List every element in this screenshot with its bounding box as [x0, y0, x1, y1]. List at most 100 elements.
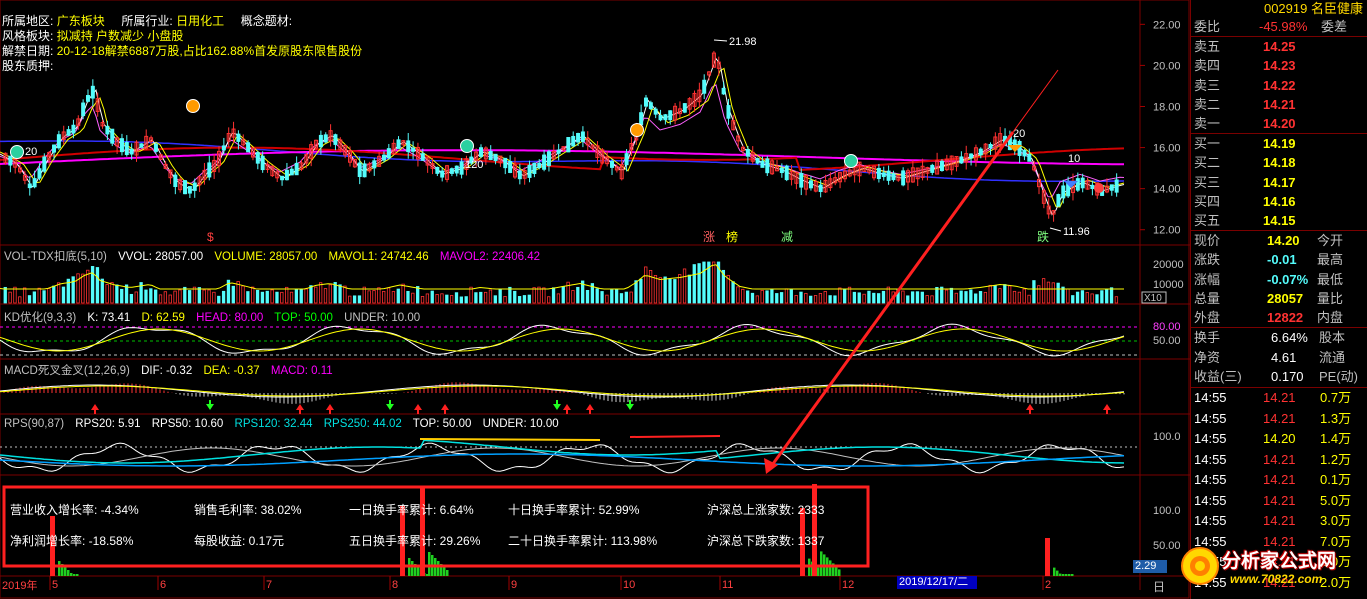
volume-bar — [469, 286, 473, 304]
candle-body — [939, 160, 944, 172]
candle-body — [682, 103, 687, 113]
macd-cross-arrow — [386, 400, 394, 410]
volume-bar — [1003, 284, 1007, 304]
candle-body — [280, 175, 285, 181]
vol-axis-label: 10000 — [1153, 279, 1184, 291]
volume-bar — [76, 273, 80, 304]
cursor-date: 2019/12/17/二 — [897, 576, 977, 589]
volume-bar — [71, 276, 75, 304]
volume-bar — [857, 292, 861, 304]
volume-bar — [37, 287, 41, 304]
price-low-pointer — [1049, 227, 1062, 232]
price-low-label: 11.96 — [1063, 226, 1090, 238]
candle-body — [571, 135, 576, 147]
candle-body — [110, 128, 115, 144]
candle-body — [294, 162, 299, 176]
macd-cross-arrow — [91, 404, 99, 414]
volume-bar — [1090, 293, 1094, 304]
stat-gross-margin: 销售毛利率: 38.02% — [194, 503, 302, 517]
volume-bar — [663, 276, 667, 304]
volume-bar — [508, 286, 512, 304]
sell-level-row: 卖一 14.20 — [1194, 116, 1296, 132]
volume-bar — [304, 288, 308, 304]
volume-bar — [265, 290, 269, 304]
volume-bar — [949, 287, 954, 304]
candle-body — [653, 108, 658, 115]
volume-bar — [576, 286, 580, 304]
volume-bar — [449, 295, 454, 304]
volume-bar — [425, 293, 430, 304]
stat-turnover-10d: 十日换手率累计: 52.99% — [508, 503, 640, 517]
candle-body — [90, 85, 95, 99]
watermark-text: 分析家公式网 — [1222, 550, 1337, 572]
stats-decay-bar — [1062, 574, 1065, 576]
macd-cross-arrow — [414, 404, 422, 414]
volume-bar — [770, 288, 774, 304]
candle-body — [537, 162, 542, 168]
candle-body — [260, 155, 265, 171]
vol-axis-label: 20000 — [1153, 259, 1184, 271]
date-month-label: 7 — [266, 579, 272, 591]
candle-body — [532, 162, 537, 174]
candle-body — [556, 149, 561, 154]
volume-bar — [585, 289, 590, 304]
volume-bar — [105, 284, 109, 304]
candle-body — [799, 173, 804, 188]
stat-turnover-1d: 一日换手率累计: 6.64% — [349, 503, 474, 517]
volume-bar — [760, 289, 764, 304]
volume-bar — [18, 296, 22, 304]
candle-body — [411, 147, 416, 152]
kd-d-line — [0, 328, 1125, 352]
candle-body — [81, 102, 86, 117]
volume-bar — [745, 290, 750, 304]
volume-bar — [736, 286, 740, 304]
candle-body — [1022, 149, 1027, 157]
volume-bar — [731, 281, 735, 304]
volume-bar — [605, 294, 609, 304]
volume-bar — [755, 295, 759, 304]
stats-decay-bar — [73, 574, 76, 576]
candle-body — [901, 170, 906, 186]
volume-bar — [479, 291, 483, 304]
volume-bar — [954, 292, 958, 304]
volume-bar — [920, 291, 924, 304]
volume-bar — [178, 289, 182, 304]
volume-bar — [901, 290, 905, 304]
candle-body — [372, 160, 377, 169]
date-month-label: 6 — [160, 579, 166, 591]
candle-body — [459, 161, 464, 175]
candle-body — [886, 170, 891, 181]
volume-bar — [197, 287, 201, 304]
volume-bar — [42, 290, 46, 304]
date-month-label: 8 — [392, 579, 398, 591]
candle-body — [784, 165, 789, 181]
kd-panel-title: KD优化(9,3,3) K: 73.41 D: 62.59 HEAD: 80.0… — [4, 312, 421, 324]
volume-bar — [1109, 287, 1114, 304]
date-month-label: 5 — [52, 579, 58, 591]
stats-decay-bar — [1071, 574, 1074, 576]
candle-body — [508, 160, 513, 173]
volume-bar — [314, 286, 318, 304]
volume-bar — [488, 289, 493, 304]
candle-body — [745, 149, 750, 157]
stats-decay-bar — [70, 573, 73, 576]
ma5-line — [0, 57, 1125, 216]
volume-bar — [416, 286, 420, 304]
buy-level-row: 买五 14.15 — [1194, 213, 1296, 229]
volume-bar — [1027, 294, 1031, 304]
volume-bar — [129, 293, 134, 304]
volume-bar — [212, 291, 216, 304]
candle-body — [527, 164, 532, 178]
candle-body — [566, 137, 571, 153]
stats-burst-bar — [1045, 538, 1050, 576]
volume-bar — [120, 288, 124, 304]
price-axis-label: 20.00 — [1153, 60, 1181, 72]
date-year: 2019年 — [2, 580, 38, 592]
stat-turnover-20d: 二十日换手率累计: 113.98% — [508, 534, 658, 548]
volume-bar — [1085, 292, 1089, 304]
candle-body — [139, 143, 144, 148]
volume-bar — [61, 286, 66, 304]
volume-bar — [551, 287, 556, 304]
quote-stat-row: 总量 28057 量比 — [1194, 290, 1344, 306]
kd-axis-label: 80.00 — [1153, 321, 1181, 333]
